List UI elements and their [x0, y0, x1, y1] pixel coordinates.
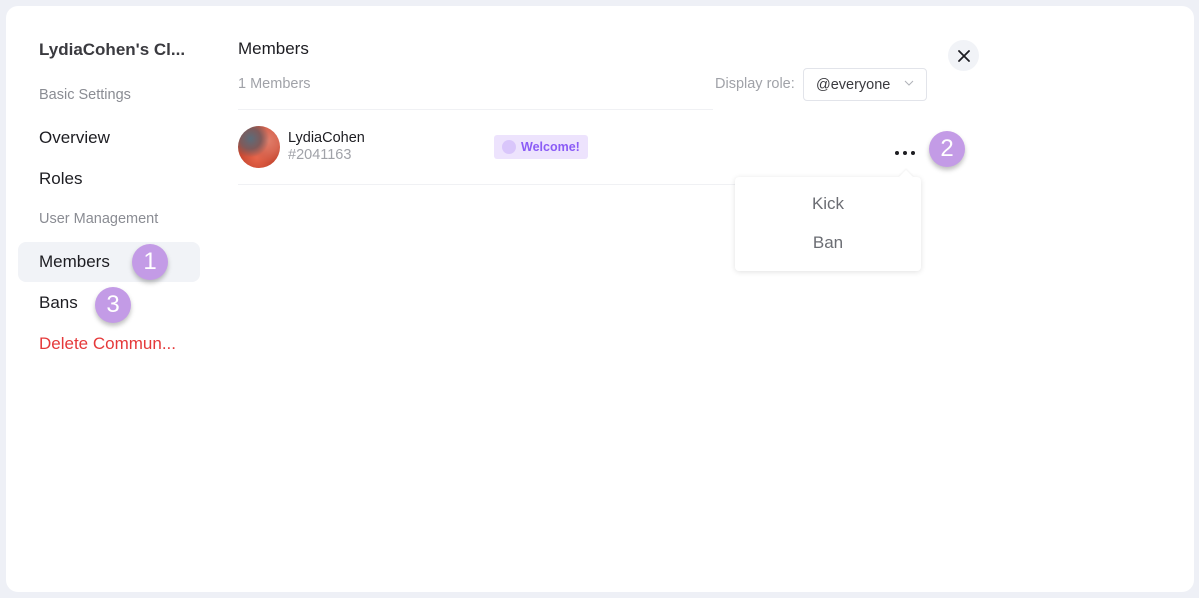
- chevron-down-icon: [904, 80, 914, 86]
- section-user-management: User Management: [39, 211, 159, 227]
- role-color-icon: [502, 140, 516, 154]
- sidebar-item-delete-community[interactable]: Delete Commun...: [18, 324, 200, 364]
- member-context-menu: Kick Ban: [735, 177, 921, 271]
- community-title: LydiaCohen's Cl...: [39, 40, 186, 59]
- sidebar-item-members[interactable]: Members: [18, 242, 200, 282]
- sidebar-item-overview[interactable]: Overview: [18, 118, 200, 158]
- member-row: LydiaCohen #2041163 Welcome!: [238, 124, 938, 184]
- sidebar-item-label: Members: [39, 252, 110, 271]
- step-annotation-2: 2: [929, 131, 965, 167]
- close-button[interactable]: [948, 40, 979, 71]
- sidebar-item-label: Delete Commun...: [39, 334, 176, 353]
- role-badge-label: Welcome!: [521, 140, 580, 154]
- display-role-value: @everyone: [816, 76, 891, 93]
- role-badge: Welcome!: [494, 135, 588, 159]
- more-dot-icon: [895, 151, 899, 155]
- step-annotation-3: 3: [95, 287, 131, 323]
- step-annotation-1: 1: [132, 244, 168, 280]
- settings-modal: LydiaCohen's Cl... Basic Settings Overvi…: [6, 6, 1194, 592]
- more-options-button[interactable]: [890, 144, 920, 162]
- member-name: LydiaCohen: [288, 130, 365, 146]
- avatar[interactable]: [238, 126, 280, 168]
- sidebar-item-roles[interactable]: Roles: [18, 159, 200, 199]
- sidebar-item-label: Roles: [39, 169, 83, 188]
- divider: [238, 109, 713, 110]
- member-tag: #2041163: [288, 147, 352, 163]
- menu-item-kick[interactable]: Kick: [735, 194, 921, 214]
- page-title: Members: [238, 39, 309, 58]
- display-role-label: Display role:: [715, 76, 795, 92]
- section-basic-settings: Basic Settings: [39, 87, 131, 103]
- display-role-select[interactable]: @everyone: [803, 68, 927, 101]
- divider: [238, 184, 738, 185]
- sidebar-item-label: Bans: [39, 293, 78, 312]
- close-icon: [957, 49, 970, 62]
- menu-item-ban[interactable]: Ban: [735, 233, 921, 253]
- more-dot-icon: [903, 151, 907, 155]
- sidebar-item-label: Overview: [39, 128, 110, 147]
- more-dot-icon: [911, 151, 915, 155]
- member-count: 1 Members: [238, 76, 311, 92]
